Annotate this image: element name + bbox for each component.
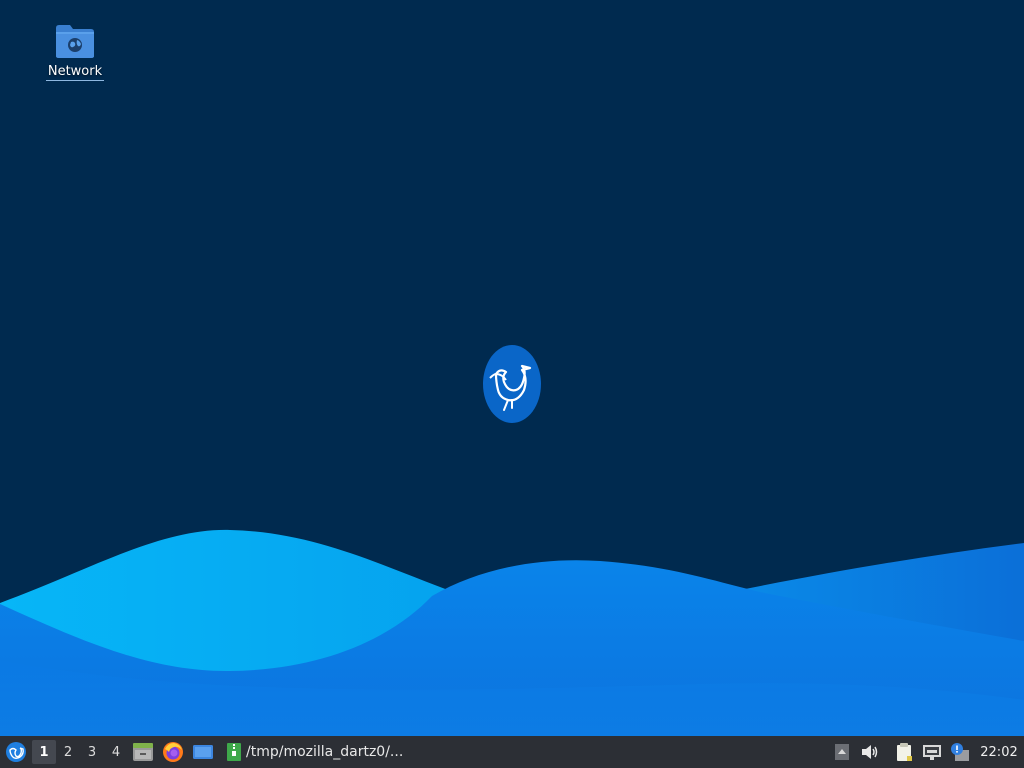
tray-arrow-icon (835, 744, 849, 760)
desktop[interactable]: Network (0, 0, 1024, 736)
tray-volume[interactable] (856, 736, 884, 768)
file-manager-icon (133, 743, 153, 761)
tray-update-notifier[interactable] (946, 736, 974, 768)
tray-clipboard[interactable] (890, 736, 918, 768)
workspace-3[interactable]: 3 (80, 740, 104, 764)
volume-icon (862, 745, 878, 759)
show-desktop-icon (193, 745, 213, 759)
launcher-firefox[interactable] (158, 736, 188, 768)
taskbar-task-archive[interactable]: /tmp/mozilla_dartz0/... (220, 736, 409, 768)
task-label: /tmp/mozilla_dartz0/... (246, 744, 404, 760)
tray-overflow-button[interactable] (828, 736, 856, 768)
lubuntu-menu-icon (6, 742, 26, 762)
desktop-icon-network[interactable]: Network (40, 22, 110, 81)
clipboard-icon (897, 743, 912, 761)
launcher-file-manager[interactable] (128, 736, 158, 768)
update-notifier-icon (951, 743, 969, 761)
archive-icon (227, 743, 241, 761)
clock[interactable]: 22:02 (974, 745, 1024, 760)
network-icon (923, 745, 941, 760)
start-menu-button[interactable] (0, 736, 32, 768)
tray-network[interactable] (918, 736, 946, 768)
firefox-icon (163, 742, 183, 762)
workspace-1[interactable]: 1 (32, 740, 56, 764)
launcher-show-desktop[interactable] (188, 736, 218, 768)
network-folder-icon (56, 25, 94, 58)
taskbar: 1 2 3 4 /tmp/mozilla_dartz0/... 22:02 (0, 736, 1024, 768)
workspace-4[interactable]: 4 (104, 740, 128, 764)
workspace-2[interactable]: 2 (56, 740, 80, 764)
desktop-icon-label: Network (45, 64, 105, 81)
lubuntu-bird-logo (483, 345, 541, 423)
